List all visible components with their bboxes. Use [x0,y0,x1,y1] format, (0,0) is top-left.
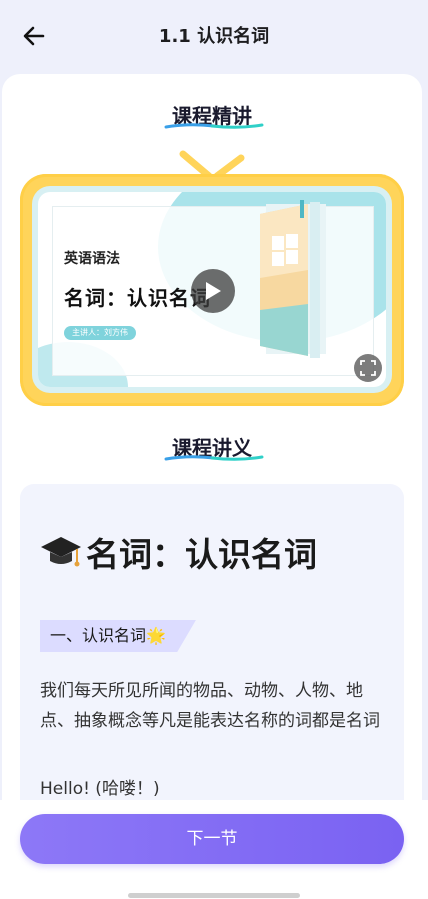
page-title: 1.1 认识名词 [158,26,270,47]
header: 1.1 认识名词 [0,0,428,72]
fullscreen-icon [360,360,376,376]
lecture-notes-panel: 名词：认识名词 一、认识名词🌟 我们每天所见所闻的物品、动物、人物、地点、抽象概… [20,484,404,814]
home-indicator [128,893,300,898]
next-section-button[interactable]: 下一节 [20,814,404,864]
notes-heading-text: 名词：认识名词 [86,535,317,574]
notes-section-tag: 一、认识名词🌟 [40,620,196,652]
notes-tag-text: 一、认识名词 [50,626,147,645]
door-illustration-icon [260,200,326,358]
notes-body: 我们每天所见所闻的物品、动物、人物、地点、抽象概念等凡是能表达名称的词都是名词 [40,681,380,731]
slide-presenter: 主讲人：刘方伟 [64,326,136,340]
video-bezel: 英语语法 名词：认识名词 主讲人：刘方伟 [32,186,392,393]
slide-subtitle: 英语语法 [64,251,120,267]
graduation-cap-icon [41,537,81,567]
slide-title: 名词：认识名词 [64,286,211,310]
notes-heading: 名词：认识名词 [40,528,317,576]
notes-example: Hello! (哈喽！) [40,779,160,799]
title-underline [164,123,264,129]
content-card: 课程精讲 英语语法 名词：认识名词 主讲人：刘方伟 课程讲义 名词：认识名词 一… [2,74,422,814]
star-icon: 🌟 [146,626,166,645]
video-screen[interactable]: 英语语法 名词：认识名词 主讲人：刘方伟 [38,192,386,387]
play-icon [206,282,221,300]
title-underline [164,455,264,461]
video-player-frame: 英语语法 名词：认识名词 主讲人：刘方伟 [20,174,404,406]
play-button[interactable] [191,269,235,313]
fullscreen-button[interactable] [354,354,382,382]
